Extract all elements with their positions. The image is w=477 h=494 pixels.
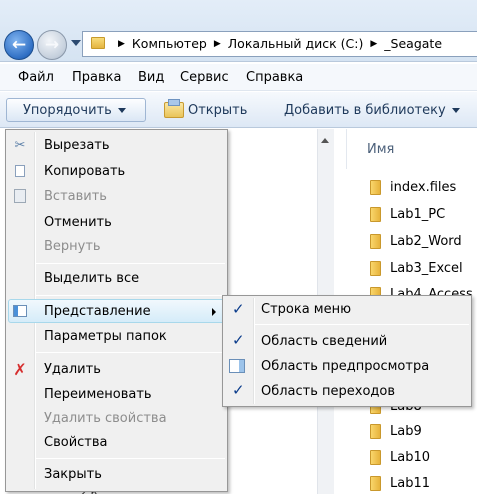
checkmark-icon: ✓ [232, 300, 245, 318]
menu-item-folder-options[interactable]: Параметры папок [44, 329, 167, 344]
breadcrumb-computer[interactable]: Компьютер [132, 36, 207, 51]
list-item[interactable]: Lab3_Excel [370, 258, 463, 278]
menu-separator [36, 295, 225, 296]
menu-item-copy[interactable]: Копировать [44, 164, 125, 179]
file-name: index.files [390, 179, 457, 195]
menu-item-select-all[interactable]: Выделить все [44, 271, 139, 286]
list-item[interactable]: Lab10 [370, 447, 430, 467]
folder-icon [91, 37, 105, 49]
breadcrumb-seagate[interactable]: _Seagate [384, 36, 442, 51]
column-header-label: Имя [367, 142, 395, 157]
checkmark-icon: ✓ [232, 381, 245, 399]
list-item[interactable]: Lab2_Word [370, 231, 462, 251]
menu-separator [255, 324, 469, 325]
address-bar[interactable]: ▶ Компьютер ▶ Локальный диск (C:) ▶ _Sea… [82, 31, 477, 57]
folder-icon [370, 179, 381, 195]
menu-item-remove-properties[interactable]: Удалить свойства [44, 411, 167, 426]
submenu-item-details-pane[interactable]: Область сведений [261, 334, 387, 349]
chevron-right-icon[interactable]: ▶ [214, 39, 221, 49]
organize-button[interactable]: Упорядочить [6, 98, 146, 122]
folder-icon [370, 260, 381, 276]
organize-menu: ✂ Вырезать Копировать Вставить Отменить … [5, 129, 228, 492]
menu-separator [36, 458, 225, 459]
recent-pages-dropdown[interactable] [71, 40, 81, 46]
submenu-item-navigation-pane[interactable]: Область переходов [261, 384, 395, 399]
submenu-arrow-icon [212, 308, 216, 316]
folder-icon [370, 423, 381, 439]
command-bar: Упорядочить Открыть Добавить в библиотек… [0, 92, 477, 128]
chevron-down-icon [451, 107, 460, 113]
delete-x-icon: ✗ [13, 359, 27, 379]
menu-separator [36, 352, 225, 353]
open-label: Открыть [188, 102, 248, 118]
chevron-down-icon [117, 107, 126, 113]
list-item[interactable]: index.files [370, 177, 456, 197]
back-button[interactable]: ← [4, 30, 34, 60]
preview-pane-icon [229, 359, 245, 373]
menu-tools[interactable]: Сервис [180, 70, 229, 85]
address-toolbar: ← → ▶ Компьютер ▶ Локальный диск (C:) ▶ … [0, 0, 477, 62]
menu-separator [36, 263, 225, 264]
menu-item-undo[interactable]: Отменить [44, 215, 112, 230]
checkmark-icon: ✓ [232, 331, 245, 349]
menu-help[interactable]: Справка [246, 70, 303, 85]
menu-edit[interactable]: Правка [72, 70, 121, 85]
folder-icon [370, 206, 381, 222]
menu-item-cut[interactable]: Вырезать [44, 138, 110, 153]
file-name: Lab11 [390, 475, 431, 491]
chevron-right-icon[interactable]: ▶ [370, 39, 377, 49]
breadcrumb-local-disk[interactable]: Локальный диск (C:) [228, 36, 364, 51]
folder-icon [370, 449, 381, 465]
folder-icon [370, 475, 381, 491]
chevron-right-icon[interactable]: ▶ [118, 39, 125, 49]
forward-button[interactable]: → [37, 30, 67, 60]
menu-bar: Файл Правка Вид Сервис Справка [0, 64, 477, 91]
list-item[interactable]: Lab1_PC [370, 204, 445, 224]
scissors-icon: ✂ [14, 137, 26, 153]
arrow-right-icon: → [44, 35, 60, 55]
menu-item-properties[interactable]: Свойства [44, 435, 108, 450]
file-name: Lab10 [390, 449, 431, 465]
layout-icon [12, 303, 28, 319]
open-folder-icon [164, 99, 184, 118]
menu-item-close[interactable]: Закрыть [44, 467, 102, 482]
menu-item-paste[interactable]: Вставить [44, 189, 107, 204]
file-name: Lab3_Excel [390, 260, 463, 276]
list-item[interactable]: Lab9 [370, 421, 422, 441]
breadcrumb: ▶ Компьютер ▶ Локальный диск (C:) ▶ _Sea… [111, 36, 442, 51]
menu-item-delete[interactable]: Удалить [44, 362, 101, 377]
file-name: Lab2_Word [390, 233, 462, 249]
folder-icon [370, 233, 381, 249]
column-header-name[interactable]: Имя [346, 129, 477, 169]
add-to-library-label: Добавить в библиотеку [284, 102, 446, 118]
submenu-item-menu-bar[interactable]: Строка меню [261, 302, 351, 317]
add-to-library-button[interactable]: Добавить в библиотеку [284, 98, 460, 122]
scroll-up-icon[interactable] [321, 138, 329, 143]
file-name: Lab1_PC [390, 206, 446, 222]
paste-icon [12, 188, 28, 204]
copy-icon [12, 163, 28, 179]
organize-label: Упорядочить [23, 102, 112, 118]
layout-submenu: ✓ Строка меню ✓ Область сведений Область… [222, 295, 472, 407]
menu-view[interactable]: Вид [138, 70, 164, 85]
menu-file[interactable]: Файл [18, 70, 54, 85]
arrow-left-icon: ← [11, 35, 27, 55]
menu-item-redo[interactable]: Вернуть [44, 239, 101, 254]
menu-item-rename[interactable]: Переименовать [44, 387, 152, 402]
file-name: Lab9 [390, 423, 422, 439]
open-button[interactable]: Открыть [164, 98, 247, 122]
list-item[interactable]: Lab11 [370, 473, 430, 493]
submenu-item-preview-pane[interactable]: Область предпросмотра [261, 359, 429, 374]
menu-item-layout[interactable]: Представление [44, 304, 151, 319]
